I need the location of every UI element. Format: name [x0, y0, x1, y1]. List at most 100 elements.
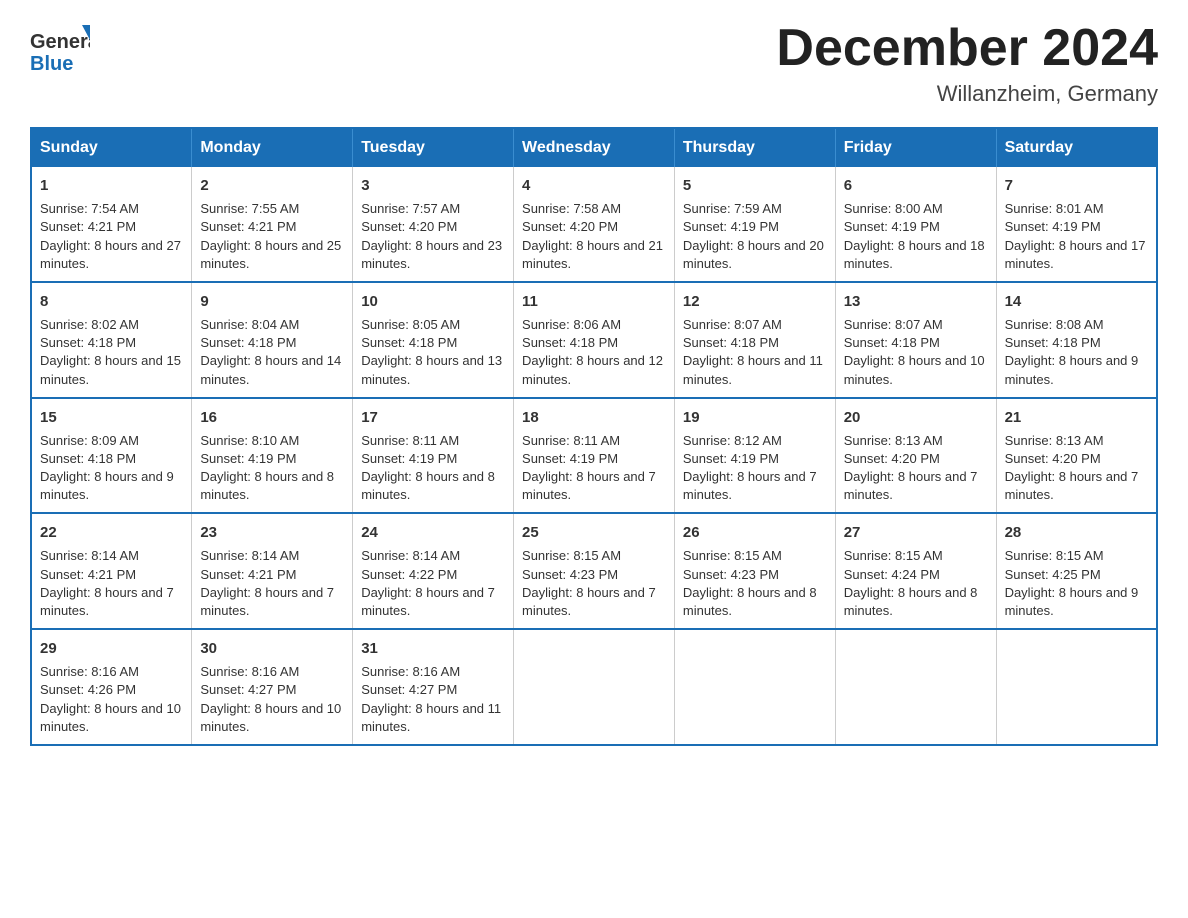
calendar-cell	[674, 629, 835, 745]
cell-content: Sunrise: 8:14 AMSunset: 4:21 PMDaylight:…	[200, 547, 344, 620]
week-row-1: 1 Sunrise: 7:54 AMSunset: 4:21 PMDaylight…	[31, 167, 1157, 282]
calendar-cell: 8 Sunrise: 8:02 AMSunset: 4:18 PMDaylight…	[31, 282, 192, 398]
day-number: 1	[40, 175, 183, 196]
calendar-cell: 9Sunrise: 8:04 AMSunset: 4:18 PMDaylight…	[192, 282, 353, 398]
cell-content: Sunrise: 8:13 AMSunset: 4:20 PMDaylight:…	[1005, 432, 1148, 505]
calendar-cell: 17 Sunrise: 8:11 AMSunset: 4:19 PMDayligh…	[353, 398, 514, 514]
cell-content: Sunrise: 8:04 AMSunset: 4:18 PMDaylight:…	[200, 316, 344, 389]
calendar-cell: 21 Sunrise: 8:13 AMSunset: 4:20 PMDayligh…	[996, 398, 1157, 514]
week-row-3: 15 Sunrise: 8:09 AMSunset: 4:18 PMDayligh…	[31, 398, 1157, 514]
calendar-cell: 12Sunrise: 8:07 AMSunset: 4:18 PMDayligh…	[674, 282, 835, 398]
cell-content: Sunrise: 8:05 AMSunset: 4:18 PMDaylight:…	[361, 316, 505, 389]
cell-content: Sunrise: 8:10 AMSunset: 4:19 PMDaylight:…	[200, 432, 344, 505]
calendar-cell: 1 Sunrise: 7:54 AMSunset: 4:21 PMDaylight…	[31, 167, 192, 282]
cell-content: Sunrise: 7:54 AMSunset: 4:21 PMDaylight:…	[40, 200, 183, 273]
calendar-cell: 18 Sunrise: 8:11 AMSunset: 4:19 PMDayligh…	[514, 398, 675, 514]
cell-content: Sunrise: 7:57 AMSunset: 4:20 PMDaylight:…	[361, 200, 505, 273]
cell-content: Sunrise: 7:55 AMSunset: 4:21 PMDaylight:…	[200, 200, 344, 273]
cell-content: Sunrise: 8:15 AMSunset: 4:25 PMDaylight:…	[1005, 547, 1148, 620]
calendar-cell: 30 Sunrise: 8:16 AMSunset: 4:27 PMDayligh…	[192, 629, 353, 745]
day-number: 28	[1005, 522, 1148, 543]
day-number: 14	[1005, 291, 1148, 312]
calendar-cell: 24 Sunrise: 8:14 AMSunset: 4:22 PMDayligh…	[353, 513, 514, 629]
calendar-cell: 28 Sunrise: 8:15 AMSunset: 4:25 PMDayligh…	[996, 513, 1157, 629]
calendar-cell: 27Sunrise: 8:15 AMSunset: 4:24 PMDayligh…	[835, 513, 996, 629]
weekday-header-wednesday: Wednesday	[514, 128, 675, 167]
logo: General Blue	[30, 20, 90, 75]
cell-content: Sunrise: 8:16 AMSunset: 4:27 PMDaylight:…	[200, 663, 344, 736]
cell-content: Sunrise: 8:07 AMSunset: 4:18 PMDaylight:…	[844, 316, 988, 389]
day-number: 4	[522, 175, 666, 196]
calendar-cell: 20 Sunrise: 8:13 AMSunset: 4:20 PMDayligh…	[835, 398, 996, 514]
day-number: 23	[200, 522, 344, 543]
day-number: 8	[40, 291, 183, 312]
day-number: 30	[200, 638, 344, 659]
day-number: 7	[1005, 175, 1148, 196]
calendar-cell	[835, 629, 996, 745]
calendar-cell	[996, 629, 1157, 745]
calendar-cell: 2 Sunrise: 7:55 AMSunset: 4:21 PMDaylight…	[192, 167, 353, 282]
cell-content: Sunrise: 8:15 AMSunset: 4:24 PMDaylight:…	[844, 547, 988, 620]
calendar-cell: 14 Sunrise: 8:08 AMSunset: 4:18 PMDayligh…	[996, 282, 1157, 398]
cell-content: Sunrise: 8:15 AMSunset: 4:23 PMDaylight:…	[683, 547, 827, 620]
weekday-header-friday: Friday	[835, 128, 996, 167]
weekday-header-saturday: Saturday	[996, 128, 1157, 167]
calendar-cell: 11 Sunrise: 8:06 AMSunset: 4:18 PMDayligh…	[514, 282, 675, 398]
week-row-2: 8 Sunrise: 8:02 AMSunset: 4:18 PMDaylight…	[31, 282, 1157, 398]
cell-content: Sunrise: 8:15 AMSunset: 4:23 PMDaylight:…	[522, 547, 666, 620]
calendar-cell: 6Sunrise: 8:00 AMSunset: 4:19 PMDaylight…	[835, 167, 996, 282]
location: Willanzheim, Germany	[776, 81, 1158, 107]
month-title: December 2024	[776, 20, 1158, 77]
day-number: 15	[40, 407, 183, 428]
calendar-cell: 10Sunrise: 8:05 AMSunset: 4:18 PMDayligh…	[353, 282, 514, 398]
svg-text:General: General	[30, 31, 90, 53]
calendar-cell: 4 Sunrise: 7:58 AMSunset: 4:20 PMDaylight…	[514, 167, 675, 282]
day-number: 29	[40, 638, 183, 659]
day-number: 2	[200, 175, 344, 196]
cell-content: Sunrise: 7:59 AMSunset: 4:19 PMDaylight:…	[683, 200, 827, 273]
cell-content: Sunrise: 8:02 AMSunset: 4:18 PMDaylight:…	[40, 316, 183, 389]
cell-content: Sunrise: 8:00 AMSunset: 4:19 PMDaylight:…	[844, 200, 988, 273]
week-row-5: 29 Sunrise: 8:16 AMSunset: 4:26 PMDayligh…	[31, 629, 1157, 745]
day-number: 24	[361, 522, 505, 543]
calendar-cell: 5Sunrise: 7:59 AMSunset: 4:19 PMDaylight…	[674, 167, 835, 282]
page-header: General Blue December 2024 Willanzheim, …	[30, 20, 1158, 107]
calendar-cell: 29 Sunrise: 8:16 AMSunset: 4:26 PMDayligh…	[31, 629, 192, 745]
day-number: 21	[1005, 407, 1148, 428]
day-number: 11	[522, 291, 666, 312]
day-number: 26	[683, 522, 827, 543]
weekday-header-thursday: Thursday	[674, 128, 835, 167]
weekday-header-monday: Monday	[192, 128, 353, 167]
logo-icon: General Blue	[30, 20, 90, 75]
cell-content: Sunrise: 7:58 AMSunset: 4:20 PMDaylight:…	[522, 200, 666, 273]
cell-content: Sunrise: 8:14 AMSunset: 4:22 PMDaylight:…	[361, 547, 505, 620]
cell-content: Sunrise: 8:16 AMSunset: 4:26 PMDaylight:…	[40, 663, 183, 736]
cell-content: Sunrise: 8:07 AMSunset: 4:18 PMDaylight:…	[683, 316, 827, 389]
day-number: 31	[361, 638, 505, 659]
title-section: December 2024 Willanzheim, Germany	[776, 20, 1158, 107]
cell-content: Sunrise: 8:12 AMSunset: 4:19 PMDaylight:…	[683, 432, 827, 505]
cell-content: Sunrise: 8:09 AMSunset: 4:18 PMDaylight:…	[40, 432, 183, 505]
day-number: 18	[522, 407, 666, 428]
calendar-cell: 3 Sunrise: 7:57 AMSunset: 4:20 PMDaylight…	[353, 167, 514, 282]
cell-content: Sunrise: 8:13 AMSunset: 4:20 PMDaylight:…	[844, 432, 988, 505]
cell-content: Sunrise: 8:16 AMSunset: 4:27 PMDaylight:…	[361, 663, 505, 736]
svg-text:Blue: Blue	[30, 53, 73, 75]
calendar-cell: 16Sunrise: 8:10 AMSunset: 4:19 PMDayligh…	[192, 398, 353, 514]
calendar-cell: 19Sunrise: 8:12 AMSunset: 4:19 PMDayligh…	[674, 398, 835, 514]
day-number: 17	[361, 407, 505, 428]
day-number: 22	[40, 522, 183, 543]
calendar-cell: 7 Sunrise: 8:01 AMSunset: 4:19 PMDaylight…	[996, 167, 1157, 282]
calendar-cell: 13 Sunrise: 8:07 AMSunset: 4:18 PMDayligh…	[835, 282, 996, 398]
day-number: 20	[844, 407, 988, 428]
cell-content: Sunrise: 8:01 AMSunset: 4:19 PMDaylight:…	[1005, 200, 1148, 273]
cell-content: Sunrise: 8:11 AMSunset: 4:19 PMDaylight:…	[361, 432, 505, 505]
calendar-cell: 15 Sunrise: 8:09 AMSunset: 4:18 PMDayligh…	[31, 398, 192, 514]
calendar-cell: 26 Sunrise: 8:15 AMSunset: 4:23 PMDayligh…	[674, 513, 835, 629]
day-number: 13	[844, 291, 988, 312]
cell-content: Sunrise: 8:14 AMSunset: 4:21 PMDaylight:…	[40, 547, 183, 620]
cell-content: Sunrise: 8:06 AMSunset: 4:18 PMDaylight:…	[522, 316, 666, 389]
cell-content: Sunrise: 8:11 AMSunset: 4:19 PMDaylight:…	[522, 432, 666, 505]
day-number: 3	[361, 175, 505, 196]
cell-content: Sunrise: 8:08 AMSunset: 4:18 PMDaylight:…	[1005, 316, 1148, 389]
